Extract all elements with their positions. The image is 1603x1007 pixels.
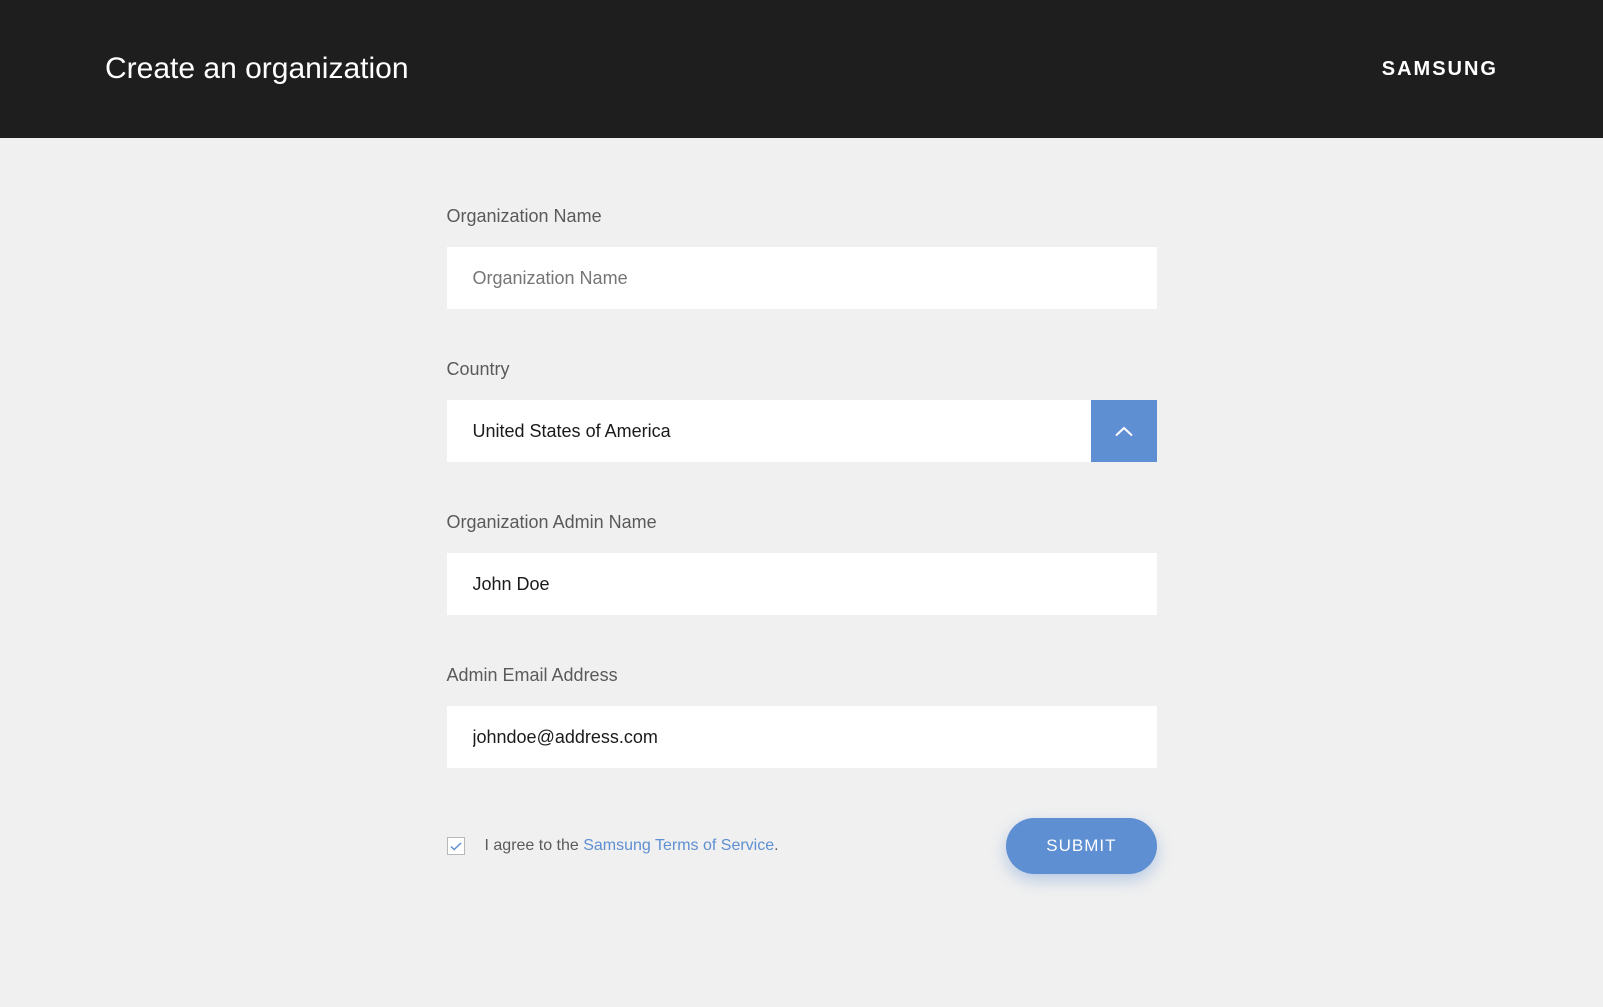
agreement-suffix: .: [774, 837, 778, 854]
page-header: Create an organization SAMSUNG: [0, 0, 1603, 138]
admin-email-group: Admin Email Address: [447, 665, 1157, 768]
admin-email-input[interactable]: [447, 706, 1157, 768]
form-container: Organization Name Country United States …: [447, 138, 1157, 874]
country-select[interactable]: United States of America: [447, 400, 1157, 462]
chevron-up-icon: [1115, 426, 1133, 437]
agreement-text: I agree to the Samsung Terms of Service.: [485, 837, 779, 855]
org-name-label: Organization Name: [447, 206, 1157, 227]
admin-email-label: Admin Email Address: [447, 665, 1157, 686]
org-name-group: Organization Name: [447, 206, 1157, 309]
agreement-prefix: I agree to the: [485, 837, 584, 854]
checkmark-icon: [450, 842, 462, 851]
country-dropdown-button[interactable]: [1091, 400, 1157, 462]
country-group: Country United States of America: [447, 359, 1157, 462]
samsung-logo: SAMSUNG: [1382, 58, 1498, 81]
terms-link[interactable]: Samsung Terms of Service: [583, 837, 774, 854]
form-footer: I agree to the Samsung Terms of Service.…: [447, 818, 1157, 874]
agreement-checkbox[interactable]: [447, 837, 465, 855]
country-label: Country: [447, 359, 1157, 380]
page-title: Create an organization: [105, 52, 409, 86]
admin-name-input[interactable]: [447, 553, 1157, 615]
org-name-input[interactable]: [447, 247, 1157, 309]
admin-name-group: Organization Admin Name: [447, 512, 1157, 615]
admin-name-label: Organization Admin Name: [447, 512, 1157, 533]
agreement-section: I agree to the Samsung Terms of Service.: [447, 837, 779, 855]
country-selected-value: United States of America: [447, 400, 1091, 462]
submit-button[interactable]: SUBMIT: [1006, 818, 1156, 874]
